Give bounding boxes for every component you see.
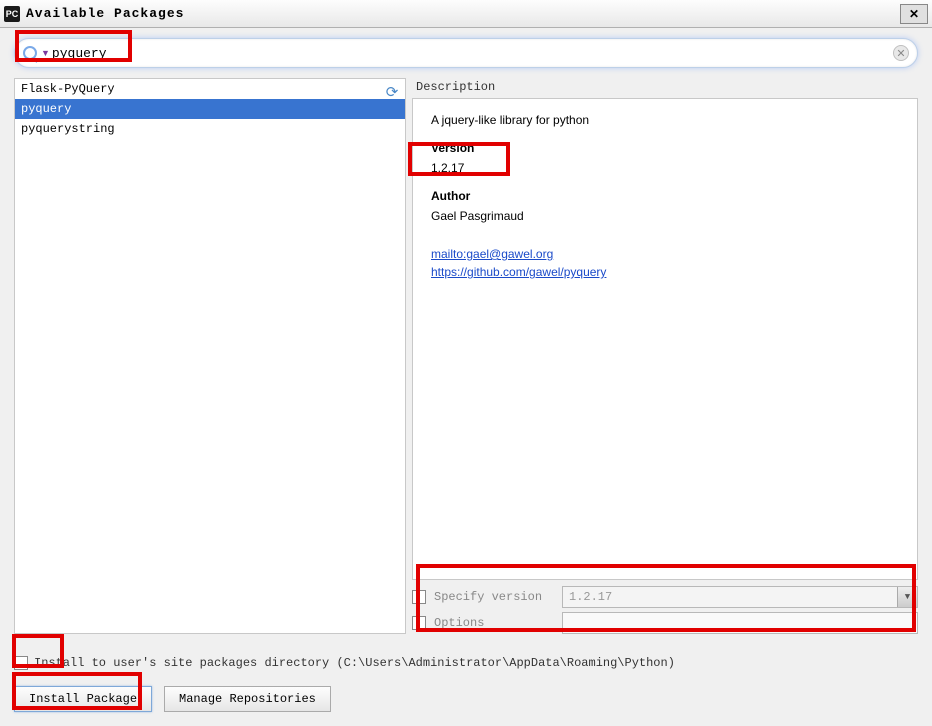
title-bar: PC Available Packages ✕ — [0, 0, 932, 28]
window-title: Available Packages — [26, 6, 900, 21]
package-version: 1.2.17 — [431, 161, 899, 175]
package-link[interactable]: https://github.com/gawel/pyquery — [431, 263, 899, 281]
list-item[interactable]: pyquery — [15, 99, 405, 119]
install-package-button[interactable]: Install Package — [14, 686, 152, 712]
dropdown-arrow-icon[interactable]: ▼ — [41, 48, 50, 58]
search-input[interactable] — [52, 46, 893, 61]
specify-version-label: Specify version — [434, 590, 554, 604]
detail-panel: Description A jquery-like library for py… — [412, 78, 918, 634]
version-combobox[interactable]: 1.2.17 ▼ — [562, 586, 918, 608]
search-icon — [23, 46, 37, 60]
install-options: Specify version 1.2.17 ▼ Options — [412, 586, 918, 634]
close-button[interactable]: ✕ — [900, 4, 928, 24]
refresh-icon[interactable]: ⟳ — [383, 83, 401, 101]
manage-repositories-button[interactable]: Manage Repositories — [164, 686, 331, 712]
version-heading: Version — [431, 141, 899, 155]
options-checkbox[interactable] — [412, 616, 426, 630]
list-item[interactable]: Flask-PyQuery — [15, 79, 405, 99]
options-input[interactable] — [562, 612, 918, 634]
close-icon: ✕ — [909, 7, 919, 21]
clear-search-button[interactable]: ✕ — [893, 45, 909, 61]
package-summary: A jquery-like library for python — [431, 113, 899, 127]
user-site-checkbox[interactable] — [14, 656, 28, 670]
package-link[interactable]: mailto:gael@gawel.org — [431, 245, 899, 263]
description-section-label: Description — [412, 78, 918, 98]
version-combobox-value: 1.2.17 — [569, 590, 612, 604]
search-field-container: ▼ ✕ — [14, 38, 918, 68]
options-label: Options — [434, 616, 554, 630]
dialog-footer: Install to user's site packages director… — [0, 648, 932, 726]
author-heading: Author — [431, 189, 899, 203]
description-box: A jquery-like library for python Version… — [412, 98, 918, 580]
app-icon: PC — [4, 6, 20, 22]
package-list[interactable]: ⟳ Flask-PyQuery pyquery pyquerystring — [14, 78, 406, 634]
chevron-down-icon: ▼ — [897, 587, 917, 607]
user-site-label: Install to user's site packages director… — [34, 656, 675, 670]
specify-version-checkbox[interactable] — [412, 590, 426, 604]
package-author: Gael Pasgrimaud — [431, 209, 899, 223]
close-icon: ✕ — [896, 47, 905, 60]
list-item[interactable]: pyquerystring — [15, 119, 405, 139]
